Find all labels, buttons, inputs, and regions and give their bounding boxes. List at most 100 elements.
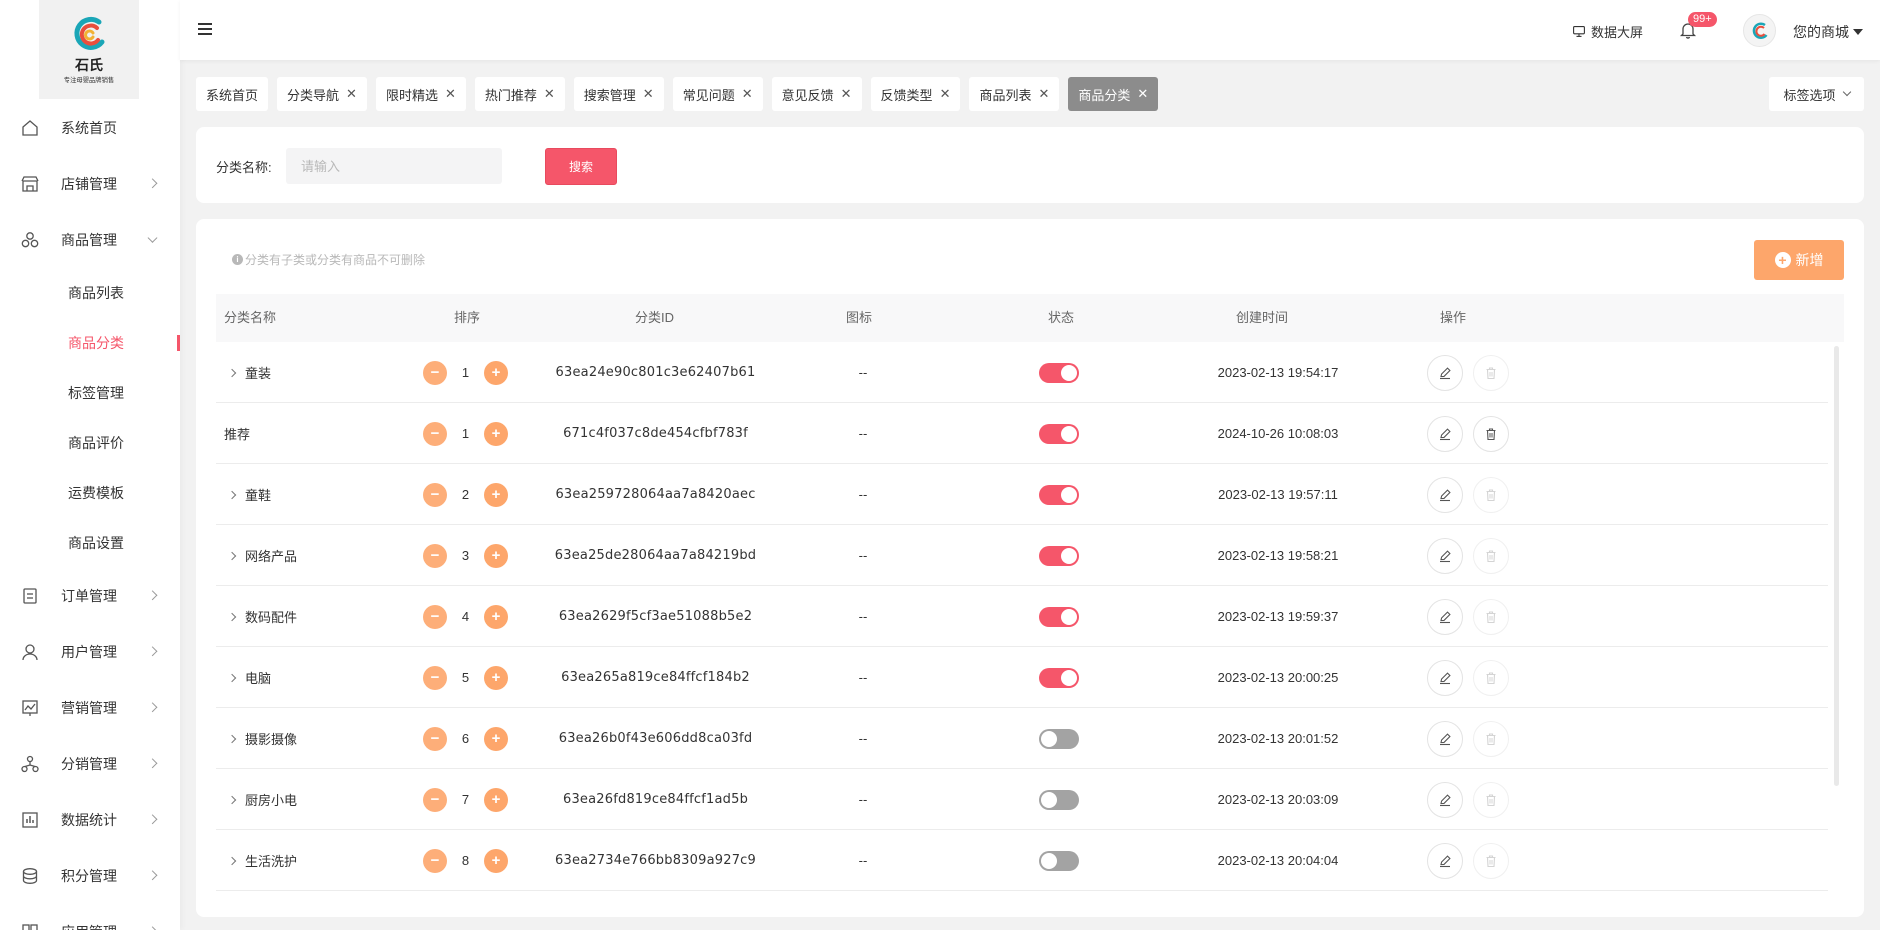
sidebar-item-users[interactable]: 用户管理: [0, 624, 180, 680]
table-row[interactable]: 童鞋 − 2 + 63ea259728064aa7a8420aec -- 202…: [216, 464, 1828, 525]
menu-toggle-icon[interactable]: [198, 23, 212, 35]
chevron-right-icon[interactable]: [227, 673, 237, 682]
sort-decrease-button[interactable]: −: [423, 726, 447, 751]
edit-button[interactable]: [1427, 476, 1463, 513]
status-toggle[interactable]: [1039, 789, 1079, 810]
chevron-right-icon[interactable]: [227, 490, 237, 499]
delete-button[interactable]: [1473, 598, 1509, 635]
sort-increase-button[interactable]: +: [484, 604, 508, 629]
close-icon[interactable]: ✕: [1038, 86, 1049, 102]
delete-button[interactable]: [1473, 720, 1509, 757]
tag-item[interactable]: 常见问题 ✕: [672, 77, 763, 111]
tag-item[interactable]: 反馈类型 ✕: [870, 77, 961, 111]
tag-item[interactable]: 搜索管理 ✕: [573, 77, 664, 111]
delete-button[interactable]: [1473, 354, 1509, 391]
sidebar-subitem[interactable]: 运费模板: [0, 468, 180, 518]
sort-decrease-button[interactable]: −: [423, 787, 447, 812]
tag-item[interactable]: 分类导航 ✕: [277, 77, 367, 111]
sort-increase-button[interactable]: +: [484, 787, 508, 812]
sidebar-item-store[interactable]: 店铺管理: [0, 156, 180, 212]
close-icon[interactable]: ✕: [1137, 86, 1148, 102]
edit-button[interactable]: [1427, 842, 1463, 879]
sidebar-item-goods[interactable]: 商品管理: [0, 212, 180, 268]
close-icon[interactable]: ✕: [841, 86, 852, 102]
chevron-right-icon[interactable]: [227, 612, 237, 621]
sort-increase-button[interactable]: +: [484, 726, 508, 751]
chevron-right-icon[interactable]: [227, 856, 237, 865]
status-toggle[interactable]: [1039, 606, 1079, 627]
sidebar-subitem[interactable]: 标签管理: [0, 368, 180, 418]
table-row[interactable]: 童装 − 1 + 63ea24e90c801c3e62407b61 -- 202…: [216, 342, 1828, 403]
edit-button[interactable]: [1427, 415, 1463, 452]
delete-button[interactable]: [1473, 659, 1509, 696]
table-row[interactable]: 网络产品 − 3 + 63ea25de28064aa7a84219bd -- 2…: [216, 525, 1828, 586]
close-icon[interactable]: ✕: [643, 86, 654, 102]
chevron-right-icon[interactable]: [227, 734, 237, 743]
sidebar-item-home[interactable]: 系统首页: [0, 100, 180, 156]
chevron-right-icon[interactable]: [227, 551, 237, 560]
sidebar-item-stats[interactable]: 数据统计: [0, 792, 180, 848]
category-name-input[interactable]: [286, 148, 502, 184]
sidebar-item-marketing[interactable]: 营销管理: [0, 680, 180, 736]
sidebar-subitem[interactable]: 商品设置: [0, 518, 180, 568]
sort-decrease-button[interactable]: −: [423, 848, 447, 873]
close-icon[interactable]: ✕: [445, 86, 456, 102]
sort-increase-button[interactable]: +: [484, 482, 508, 507]
sort-decrease-button[interactable]: −: [423, 604, 447, 629]
table-row[interactable]: 摄影摄像 − 6 + 63ea26b0f43e606dd8ca03fd -- 2…: [216, 708, 1828, 769]
sidebar-item-distribution[interactable]: 分销管理: [0, 736, 180, 792]
table-row[interactable]: 数码配件 − 4 + 63ea2629f5cf3ae51088b5e2 -- 2…: [216, 586, 1828, 647]
edit-button[interactable]: [1427, 781, 1463, 818]
search-button[interactable]: 搜索: [545, 148, 617, 185]
sort-increase-button[interactable]: +: [484, 848, 508, 873]
sidebar-item-orders[interactable]: 订单管理: [0, 568, 180, 624]
table-row[interactable]: 厨房小电 − 7 + 63ea26fd819ce84ffcf1ad5b -- 2…: [216, 769, 1828, 830]
status-toggle[interactable]: [1039, 728, 1079, 749]
edit-button[interactable]: [1427, 537, 1463, 574]
delete-button[interactable]: [1473, 781, 1509, 818]
close-icon[interactable]: ✕: [346, 86, 357, 102]
tag-options-button[interactable]: 标签选项: [1769, 77, 1864, 111]
status-toggle[interactable]: [1039, 423, 1079, 444]
sort-decrease-button[interactable]: −: [423, 482, 447, 507]
edit-button[interactable]: [1427, 659, 1463, 696]
close-icon[interactable]: ✕: [742, 86, 753, 102]
table-row[interactable]: 推荐 − 1 + 671c4f037c8de454cfbf783f -- 202…: [216, 403, 1828, 464]
sort-decrease-button[interactable]: −: [423, 421, 447, 446]
tag-item[interactable]: 热门推荐 ✕: [474, 77, 565, 111]
close-icon[interactable]: ✕: [544, 86, 555, 102]
add-button[interactable]: + 新增: [1754, 240, 1844, 280]
data-screen-link[interactable]: 数据大屏: [1573, 22, 1643, 41]
delete-button[interactable]: [1473, 415, 1509, 452]
tag-item[interactable]: 限时精选 ✕: [375, 77, 466, 111]
sort-increase-button[interactable]: +: [484, 421, 508, 446]
avatar[interactable]: [1743, 14, 1776, 47]
edit-button[interactable]: [1427, 598, 1463, 635]
status-toggle[interactable]: [1039, 484, 1079, 505]
chevron-right-icon[interactable]: [227, 795, 237, 804]
status-toggle[interactable]: [1039, 667, 1079, 688]
tag-item[interactable]: 商品分类 ✕: [1068, 77, 1159, 111]
sort-decrease-button[interactable]: −: [423, 543, 447, 568]
close-icon[interactable]: ✕: [940, 86, 951, 102]
sort-decrease-button[interactable]: −: [423, 360, 447, 385]
user-menu[interactable]: 您的商城: [1793, 22, 1863, 42]
sort-increase-button[interactable]: +: [484, 360, 508, 385]
status-toggle[interactable]: [1039, 545, 1079, 566]
table-row[interactable]: 生活洗护 − 8 + 63ea2734e766bb8309a927c9 -- 2…: [216, 830, 1828, 891]
sidebar-item-apps[interactable]: 应用管理: [0, 904, 180, 930]
sort-increase-button[interactable]: +: [484, 665, 508, 690]
edit-button[interactable]: [1427, 720, 1463, 757]
delete-button[interactable]: [1473, 537, 1509, 574]
status-toggle[interactable]: [1039, 850, 1079, 871]
chevron-right-icon[interactable]: [227, 368, 237, 377]
sidebar-item-points[interactable]: 积分管理: [0, 848, 180, 904]
status-toggle[interactable]: [1039, 362, 1079, 383]
delete-button[interactable]: [1473, 476, 1509, 513]
delete-button[interactable]: [1473, 842, 1509, 879]
sidebar-subitem[interactable]: 商品分类: [0, 318, 180, 368]
sort-increase-button[interactable]: +: [484, 543, 508, 568]
tag-item[interactable]: 系统首页: [196, 77, 269, 111]
tag-item[interactable]: 商品列表 ✕: [969, 77, 1060, 111]
edit-button[interactable]: [1427, 354, 1463, 391]
